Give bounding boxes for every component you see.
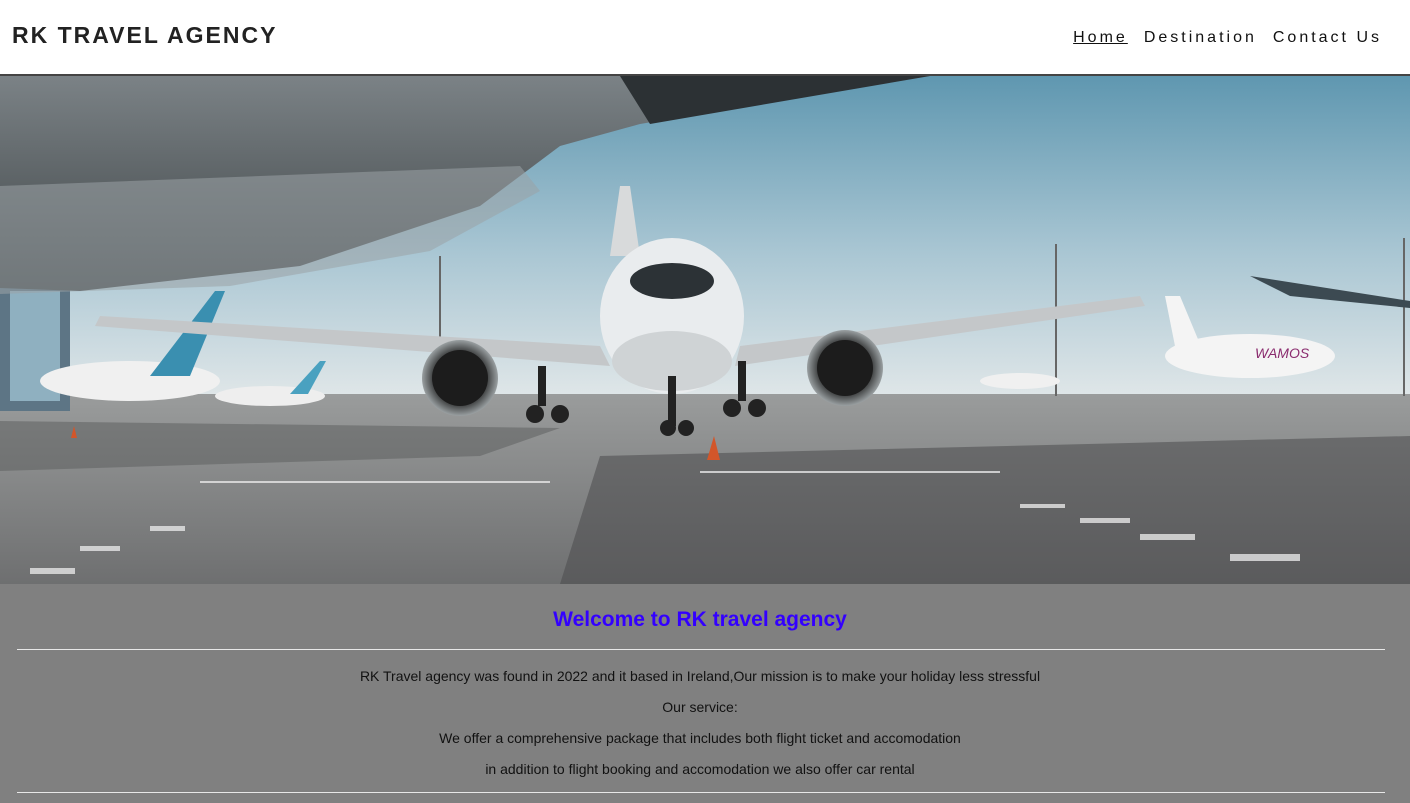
service-car-rental-text: in addition to flight booking and accomo… xyxy=(485,761,915,777)
welcome-heading: Welcome to RK travel agency xyxy=(553,608,847,631)
divider-bottom xyxy=(17,792,1385,793)
nav-home[interactable]: Home xyxy=(1073,29,1128,47)
main-nav: Home Destination Contact Us xyxy=(1073,29,1382,47)
nav-contact-us[interactable]: Contact Us xyxy=(1273,29,1382,47)
service-package-text: We offer a comprehensive package that in… xyxy=(439,730,961,746)
divider-top xyxy=(17,649,1385,650)
about-paragraph: RK Travel agency was found in 2022 and i… xyxy=(359,668,1041,684)
site-logo[interactable]: RK TRAVEL AGENCY xyxy=(12,22,277,49)
hero-image: WAMOS xyxy=(0,76,1410,584)
services-label: Our service: xyxy=(662,699,738,715)
nav-destination[interactable]: Destination xyxy=(1144,29,1257,47)
site-header: RK TRAVEL AGENCY Home Destination Contac… xyxy=(0,0,1410,76)
airline-logo-text: WAMOS xyxy=(1255,345,1310,361)
welcome-section: Welcome to RK travel agency RK Travel ag… xyxy=(0,584,1410,803)
